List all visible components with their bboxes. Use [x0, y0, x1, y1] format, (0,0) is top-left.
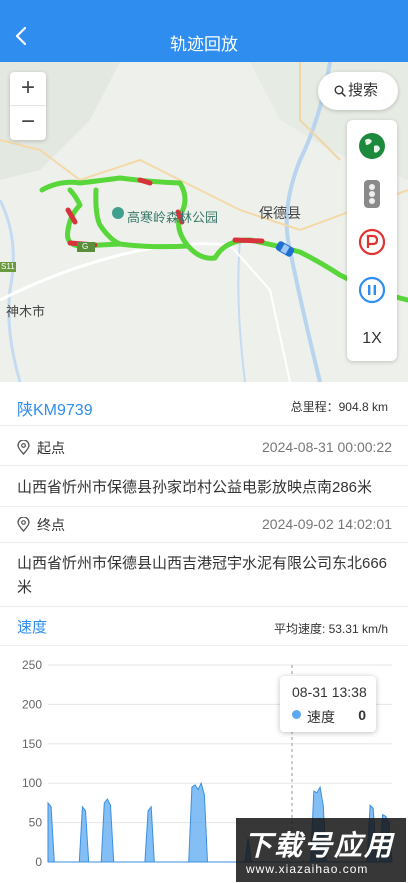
y-tick-label: 200	[22, 697, 42, 711]
vehicle-plate: 陕KM9739	[17, 402, 93, 419]
divider	[0, 465, 408, 466]
y-tick-label: 100	[22, 776, 42, 790]
divider	[0, 425, 408, 426]
pause-icon	[358, 276, 386, 304]
watermark: 下载号应用 www.xiazaihao.com	[236, 818, 406, 882]
park-marker-icon	[112, 207, 124, 219]
end-time: 2024-09-02 14:02:01	[262, 516, 392, 532]
map-label-city: 神木市	[6, 304, 46, 319]
y-tick-label: 150	[22, 737, 42, 751]
start-time: 2024-08-31 00:00:22	[262, 439, 392, 455]
road-badge-label: S11	[1, 262, 15, 271]
zoom-out-button[interactable]: −	[10, 106, 46, 140]
chart-tooltip: 08-31 13:38 速度 0	[280, 676, 376, 732]
end-label: 终点	[17, 515, 65, 535]
watermark-title: 下载号应用	[244, 830, 395, 861]
location-pin-icon	[17, 517, 30, 532]
divider	[0, 542, 408, 543]
traffic-light-icon	[364, 180, 380, 208]
average-speed: 平均速度: 53.31 km/h	[273, 622, 388, 636]
y-tick-label: 250	[22, 658, 42, 672]
map-toolbar: 1X	[347, 120, 397, 361]
zoom-control: + −	[10, 72, 46, 140]
y-tick-label: 50	[29, 816, 43, 830]
traffic-light-button[interactable]	[347, 170, 397, 218]
pause-button[interactable]	[347, 266, 397, 314]
parking-button[interactable]	[347, 218, 397, 266]
search-icon	[334, 85, 346, 97]
road-badge-label: G	[82, 242, 89, 251]
parking-icon	[358, 228, 386, 256]
series-dot-icon	[292, 710, 301, 719]
map-label-park: 高寒岭森林公园	[127, 210, 219, 225]
watermark-url: www.xiazaihao.com	[246, 862, 369, 876]
divider	[0, 506, 408, 507]
map-label-county: 保德县	[259, 205, 301, 221]
location-pin-icon	[17, 440, 30, 455]
search-label: 搜索	[348, 82, 379, 99]
tooltip-value: 0	[358, 707, 366, 723]
tooltip-time: 08-31 13:38	[292, 684, 367, 700]
zoom-in-button[interactable]: +	[10, 72, 46, 106]
total-mileage: 总里程：904.8 km	[290, 400, 388, 414]
divider	[0, 645, 408, 646]
start-label-text: 起点	[37, 440, 65, 456]
start-address: 山西省忻州市保德县孙家岇村公益电影放映点南286米	[17, 479, 373, 496]
globe-icon	[359, 133, 385, 159]
y-tick-label: 0	[35, 855, 42, 869]
speed-section-title: 速度	[17, 619, 48, 636]
start-label: 起点	[17, 438, 65, 458]
playback-speed-button[interactable]: 1X	[347, 315, 397, 363]
end-label-text: 终点	[37, 517, 65, 533]
map-layer-button[interactable]	[347, 122, 397, 170]
end-address: 山西省忻州市保德县山西吉港冠宇水泥有限公司东北666米	[17, 555, 388, 596]
page-title: 轨迹回放	[170, 35, 238, 54]
map-search-button[interactable]: 搜索	[318, 72, 398, 110]
tooltip-series-name: 速度	[307, 709, 335, 725]
app-header: 轨迹回放	[0, 0, 408, 62]
divider	[0, 606, 408, 607]
